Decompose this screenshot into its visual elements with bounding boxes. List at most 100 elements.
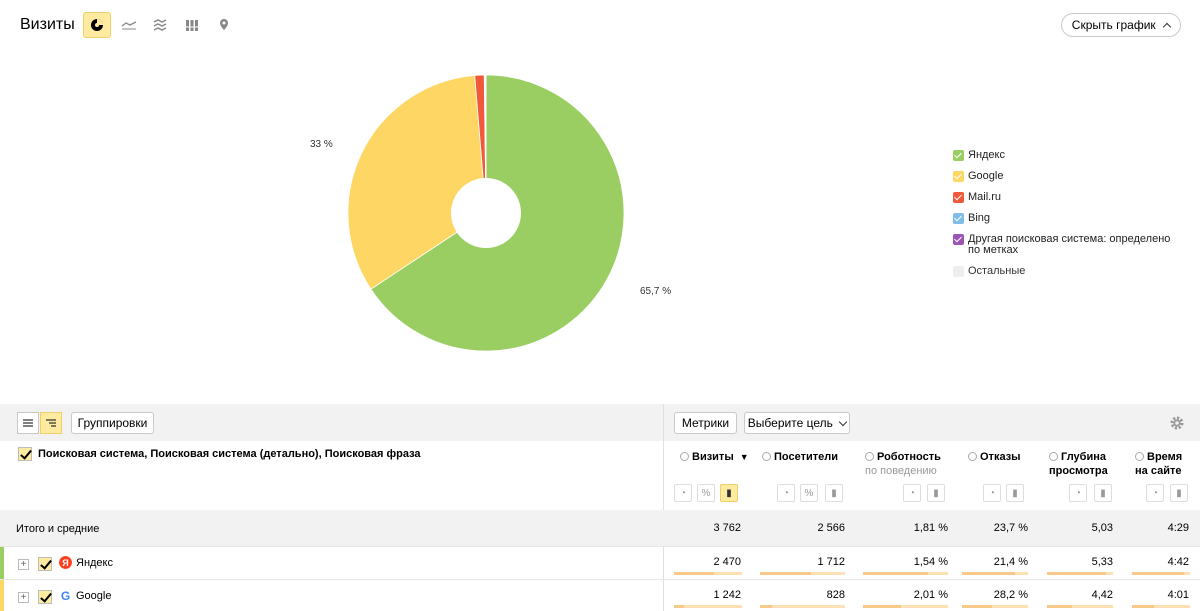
total-visits: 3 762 [713, 522, 741, 534]
row-label[interactable]: Google [76, 590, 111, 602]
metric-header-visits[interactable]: Визиты ▼ [680, 450, 749, 464]
metric-header-time[interactable]: Время на сайте [1135, 450, 1182, 478]
value-bar [962, 605, 1028, 608]
help-icon [680, 452, 689, 461]
totals-label: Итого и средние [16, 523, 100, 535]
metric-label-line2: просмотра [1049, 465, 1108, 477]
metric-sublabel: по поведению [865, 465, 937, 477]
pie-mini-icon[interactable]: ◔ [983, 484, 1001, 502]
metric-header-bounce[interactable]: Отказы [968, 450, 1021, 464]
dimension-header[interactable]: Поисковая система, Поисковая система (де… [18, 447, 421, 461]
value-bar [1132, 572, 1190, 575]
metric-label: Отказы [980, 451, 1021, 463]
value-bar [760, 605, 845, 608]
cell-visits: 2 470 [713, 556, 741, 568]
total-robots: 1,81 % [913, 522, 948, 534]
bars-mini-icon[interactable]: ▮ [927, 484, 945, 502]
metric-label: Глубина [1061, 451, 1106, 463]
check-icon[interactable] [18, 447, 32, 461]
value-bar [674, 572, 742, 575]
cell-visits: 1 242 [713, 589, 741, 601]
expand-icon[interactable]: + [18, 559, 29, 570]
legend-label: Bing [968, 212, 991, 224]
pie-mini-icon[interactable]: ◔ [674, 484, 692, 502]
donut-hole [451, 178, 521, 248]
pie-mini-icon[interactable]: ◔ [1146, 484, 1164, 502]
pie-mini-icon[interactable]: ◔ [1069, 484, 1087, 502]
metric-label-line2: на сайте [1135, 465, 1182, 477]
cell-bounce: 28,2 % [993, 589, 1028, 601]
tree-view-button[interactable] [40, 412, 62, 434]
value-bar [1047, 605, 1113, 608]
percent-icon[interactable]: % [800, 484, 818, 502]
help-icon [1049, 452, 1058, 461]
row-color-bar [0, 580, 4, 611]
cell-robots: 1,54 % [913, 556, 948, 568]
help-icon [865, 452, 874, 461]
groupings-button[interactable]: Группировки [71, 412, 154, 434]
value-bar [863, 605, 948, 608]
metric-header-visitors[interactable]: Посетители [762, 450, 838, 464]
gear-icon[interactable] [1170, 416, 1184, 430]
legend-label: Остальные [968, 265, 1026, 277]
data-label-google: 33 % [310, 139, 333, 150]
legend-item-rest[interactable]: Остальные [953, 266, 1183, 277]
help-icon [1135, 452, 1144, 461]
total-time: 4:29 [1167, 522, 1189, 534]
pie-mini-icon[interactable]: ◔ [777, 484, 795, 502]
legend-label: Mail.ru [968, 191, 1002, 203]
report-page: Визиты Скрыть график 33 % 65,7 % Яндекс … [0, 0, 1200, 611]
help-icon [762, 452, 771, 461]
bars-mini-icon[interactable]: ▮ [720, 484, 738, 502]
metric-header-robots[interactable]: Роботность по поведению [865, 450, 941, 478]
help-icon [968, 452, 977, 461]
check-icon[interactable] [38, 557, 52, 571]
legend-item-yandex[interactable]: Яндекс [953, 150, 1183, 161]
legend-item-bing[interactable]: Bing [953, 213, 1183, 224]
cell-robots: 2,01 % [913, 589, 948, 601]
totals-row: Итого и средние 3 762 2 566 1,81 % 23,7 … [0, 510, 1200, 546]
pie-mini-icon[interactable]: ◔ [903, 484, 921, 502]
bars-mini-icon[interactable]: ▮ [825, 484, 843, 502]
list-icon [23, 419, 33, 427]
row-label[interactable]: Яндекс [76, 557, 113, 569]
value-bar [962, 572, 1028, 575]
bars-mini-icon[interactable]: ▮ [1006, 484, 1024, 502]
percent-icon[interactable]: % [697, 484, 715, 502]
legend-item-google[interactable]: Google [953, 171, 1183, 182]
value-bar [1047, 572, 1113, 575]
legend-check-icon [953, 171, 964, 182]
table-toolbar [0, 404, 1200, 441]
value-bar [863, 572, 948, 575]
check-icon[interactable] [38, 590, 52, 604]
value-bar [1132, 605, 1190, 608]
value-bar [674, 605, 742, 608]
legend-item-other-engine[interactable]: Другая поисковая система: определено по … [953, 234, 1183, 256]
metrics-button[interactable]: Метрики [674, 412, 737, 434]
cell-visitors: 828 [826, 589, 845, 601]
sort-desc-icon: ▼ [739, 452, 749, 462]
expand-icon[interactable]: + [18, 592, 29, 603]
legend-check-icon [953, 234, 964, 245]
cell-depth: 4,42 [1091, 589, 1113, 601]
metric-header-depth[interactable]: Глубина просмотра [1049, 450, 1108, 478]
legend-label: Яндекс [968, 149, 1005, 161]
metric-label: Роботность [877, 451, 941, 463]
google-logo-icon: G [61, 589, 70, 602]
chart-legend: Яндекс Google Mail.ru Bing Другая поиско… [953, 150, 1183, 285]
total-bounce: 23,7 % [993, 522, 1028, 534]
list-view-button[interactable] [17, 412, 39, 434]
goal-select[interactable]: Выберите цель [744, 412, 850, 434]
legend-label: Другая поисковая система: определено по … [968, 233, 1171, 256]
cell-time: 4:42 [1167, 556, 1189, 568]
bars-mini-icon[interactable]: ▮ [1094, 484, 1112, 502]
cell-time: 4:01 [1167, 589, 1189, 601]
metric-label: Посетители [774, 451, 838, 463]
legend-item-mailru[interactable]: Mail.ru [953, 192, 1183, 203]
legend-check-icon [953, 266, 964, 277]
bars-mini-icon[interactable]: ▮ [1170, 484, 1188, 502]
chevron-down-icon [838, 417, 848, 427]
svg-text:G: G [61, 589, 70, 602]
cell-visitors: 1 712 [817, 556, 845, 568]
cell-bounce: 21,4 % [993, 556, 1028, 568]
